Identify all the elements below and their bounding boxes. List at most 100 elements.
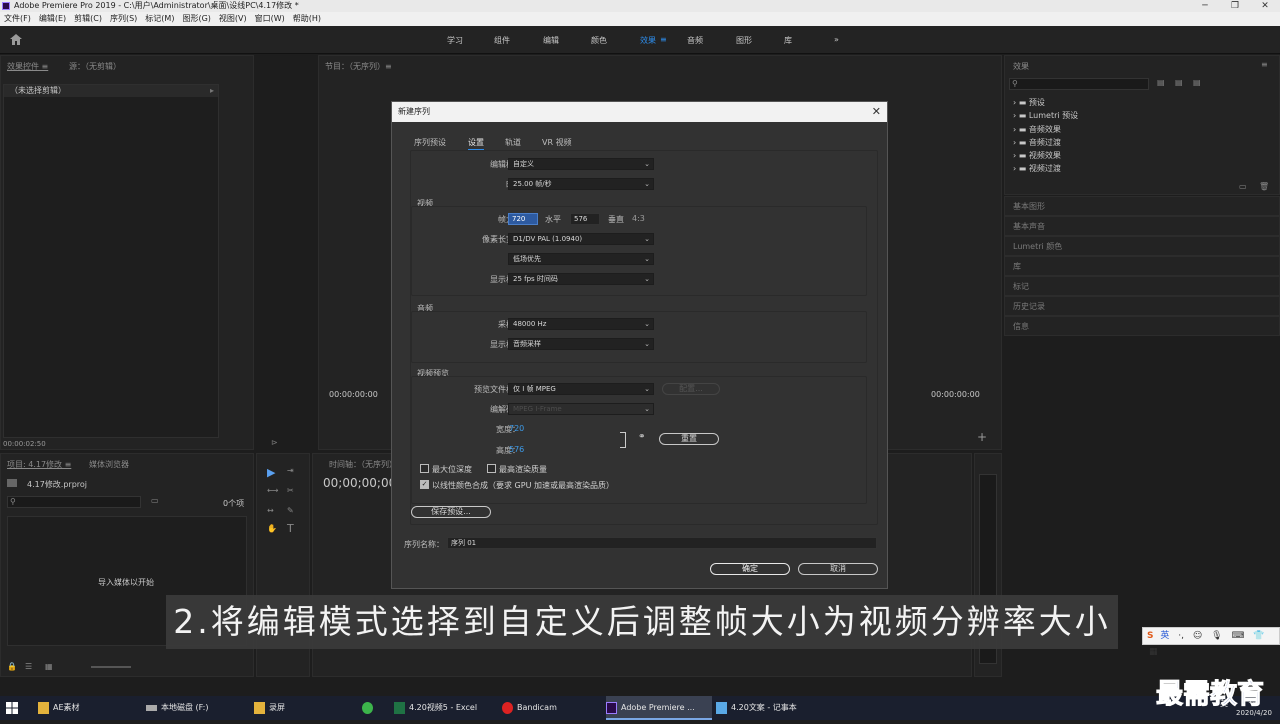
ime-toolbar[interactable]: S 英 ·, ☺ 🎙 ⌨ 👕 ▦	[1142, 627, 1280, 657]
filter-icon[interactable]: ⊳	[271, 438, 278, 447]
tab-tracks[interactable]: 轨道	[505, 137, 521, 148]
effects-panel-menu-icon[interactable]: ≡	[1261, 60, 1268, 69]
menu-help[interactable]: 帮助(H)	[293, 14, 321, 23]
linear-color-checkbox[interactable]: ✓	[420, 480, 429, 489]
skin-icon[interactable]: 👕	[1253, 631, 1264, 641]
menu-marker[interactable]: 标记(M)	[145, 14, 174, 23]
sample-rate-select[interactable]: 48000 Hz ⌄	[508, 318, 654, 330]
project-search-input[interactable]: ⚲	[7, 496, 141, 508]
panel-essential-sound[interactable]: 基本声音	[1013, 221, 1045, 232]
toolbox-icon[interactable]: ▦	[1149, 647, 1158, 657]
configure-button[interactable]: 配置...	[662, 383, 720, 395]
punctuation-icon[interactable]: ·,	[1178, 631, 1184, 641]
taskbar-item-local-disk[interactable]: 本地磁盘 (F:)	[146, 696, 246, 720]
close-icon[interactable]: ✕	[1250, 0, 1280, 12]
type-tool-icon[interactable]: T	[287, 522, 294, 535]
frame-width-input[interactable]: 720	[508, 213, 538, 225]
new-bin-icon[interactable]: ▭	[151, 496, 159, 505]
microphone-icon[interactable]: 🎙	[1211, 631, 1222, 641]
program-timecode-left[interactable]: 00:00:00:00	[329, 390, 378, 399]
effects-search-input[interactable]: ⚲	[1009, 78, 1149, 90]
tab-vr-video[interactable]: VR 视频	[542, 137, 572, 148]
menu-sequence[interactable]: 序列(S)	[110, 14, 137, 23]
effects-item-video-transitions[interactable]: › ▬ 视频过渡	[1013, 162, 1078, 175]
max-bit-depth-checkbox[interactable]	[420, 464, 429, 473]
dialog-close-icon[interactable]: ✕	[872, 105, 881, 118]
cancel-button[interactable]: 取消	[798, 563, 878, 575]
emoji-icon[interactable]: ☺	[1193, 631, 1202, 641]
menu-view[interactable]: 视图(V)	[219, 14, 247, 23]
edit-mode-select[interactable]: 自定义 ⌄	[508, 158, 654, 170]
track-select-tool-icon[interactable]: ⇥	[287, 466, 294, 475]
pen-tool-icon[interactable]: ✎	[287, 506, 294, 515]
save-preset-button[interactable]: 保存预设...	[411, 506, 491, 518]
timeline-timecode[interactable]: 00;00;00;00	[323, 476, 396, 490]
reset-button[interactable]: 重置	[659, 433, 719, 445]
preview-width-value[interactable]: 720	[509, 424, 524, 433]
preview-height-value[interactable]: 576	[509, 445, 524, 454]
effects-item-presets[interactable]: › ▬ 预设	[1013, 96, 1078, 109]
panel-essential-graphics[interactable]: 基本图形	[1013, 201, 1045, 212]
workspace-tab-learn[interactable]: 学习	[447, 35, 463, 46]
tab-project[interactable]: 项目: 4.17修改 ≡	[7, 459, 71, 470]
panel-info[interactable]: 信息	[1013, 321, 1029, 332]
ime-mode[interactable]: 英	[1160, 631, 1169, 641]
ok-button[interactable]: 确定	[710, 563, 790, 575]
workspace-tab-effects[interactable]: 效果	[640, 35, 656, 46]
taskbar-item-ae-assets[interactable]: AE素材	[38, 696, 138, 720]
menu-graphics[interactable]: 图形(G)	[182, 14, 210, 23]
panel-markers[interactable]: 标记	[1013, 281, 1029, 292]
frame-height-input[interactable]: 576	[570, 213, 600, 225]
taskbar-item-360[interactable]	[362, 696, 384, 720]
audio-display-format-select[interactable]: 音频采样 ⌄	[508, 338, 654, 350]
new-bin-icon[interactable]: ▭	[1239, 182, 1247, 191]
tab-source[interactable]: 源：（无剪辑）	[69, 61, 121, 72]
panel-libraries[interactable]: 库	[1013, 261, 1021, 272]
more-workspaces-icon[interactable]: »	[834, 35, 839, 44]
accelerated-effects-icon[interactable]: ▤	[1157, 78, 1165, 87]
workspace-tab-assembly[interactable]: 组件	[494, 35, 510, 46]
tab-sequence-presets[interactable]: 序列预设	[414, 137, 446, 148]
pixel-aspect-select[interactable]: D1/DV PAL (1.0940) ⌄	[508, 233, 654, 245]
workspace-tab-edit[interactable]: 编辑	[543, 35, 559, 46]
taskbar-item-premiere[interactable]: Adobe Premiere ...	[606, 696, 712, 720]
menu-window[interactable]: 窗口(W)	[255, 14, 285, 23]
keyboard-icon[interactable]: ⌨	[1231, 631, 1244, 641]
panel-history[interactable]: 历史记录	[1013, 301, 1045, 312]
lock-icon[interactable]: 🔒	[7, 662, 17, 671]
panel-lumetri-color[interactable]: Lumetri 颜色	[1013, 241, 1062, 252]
fields-select[interactable]: 低场优先 ⌄	[508, 253, 654, 265]
effect-controls-timecode[interactable]: 00:00:02:50	[3, 440, 46, 448]
start-button[interactable]	[6, 696, 24, 720]
slip-tool-icon[interactable]: ↔	[267, 506, 274, 515]
yuv-effects-icon[interactable]: ▤	[1193, 78, 1201, 87]
ripple-edit-tool-icon[interactable]: ⟷	[267, 486, 278, 495]
zoom-slider[interactable]	[91, 666, 131, 668]
taskbar-item-recording[interactable]: 录屏	[254, 696, 354, 720]
taskbar-item-excel[interactable]: 4.20视频5 - Excel	[394, 696, 494, 720]
max-render-quality-checkbox[interactable]	[487, 464, 496, 473]
timebase-select[interactable]: 25.00 帧/秒 ⌄	[508, 178, 654, 190]
sequence-name-input[interactable]: 序列 01	[447, 537, 877, 549]
32bit-effects-icon[interactable]: ▤	[1175, 78, 1183, 87]
razor-tool-icon[interactable]: ✂	[287, 486, 294, 495]
workspace-tab-audio[interactable]: 音频	[687, 35, 703, 46]
taskbar-item-bandicam[interactable]: Bandicam	[502, 696, 602, 720]
selection-tool-icon[interactable]: ▶	[267, 466, 275, 479]
effects-item-video-effects[interactable]: › ▬ 视频效果	[1013, 149, 1078, 162]
menu-file[interactable]: 文件(F)	[4, 14, 31, 23]
tab-media-browser[interactable]: 媒体浏览器	[89, 459, 129, 470]
preview-format-select[interactable]: 仅 I 帧 MPEG ⌄	[508, 383, 654, 395]
trash-icon[interactable]: 🗑	[1259, 182, 1269, 191]
workspace-tab-libraries[interactable]: 库	[784, 35, 792, 46]
tab-settings[interactable]: 设置	[468, 137, 484, 151]
minimize-icon[interactable]: ─	[1190, 0, 1220, 12]
icon-view-icon[interactable]: ▦	[45, 662, 53, 671]
workspace-tab-graphics[interactable]: 图形	[736, 35, 752, 46]
workspace-tab-color[interactable]: 颜色	[591, 35, 607, 46]
codec-select[interactable]: MPEG I-Frame ⌄	[508, 403, 654, 415]
effects-item-lumetri-presets[interactable]: › ▬ Lumetri 预设	[1013, 109, 1078, 122]
link-icon[interactable]: ⚭	[638, 432, 646, 442]
hand-tool-icon[interactable]: ✋	[267, 524, 277, 533]
menu-edit[interactable]: 编辑(E)	[39, 14, 66, 23]
